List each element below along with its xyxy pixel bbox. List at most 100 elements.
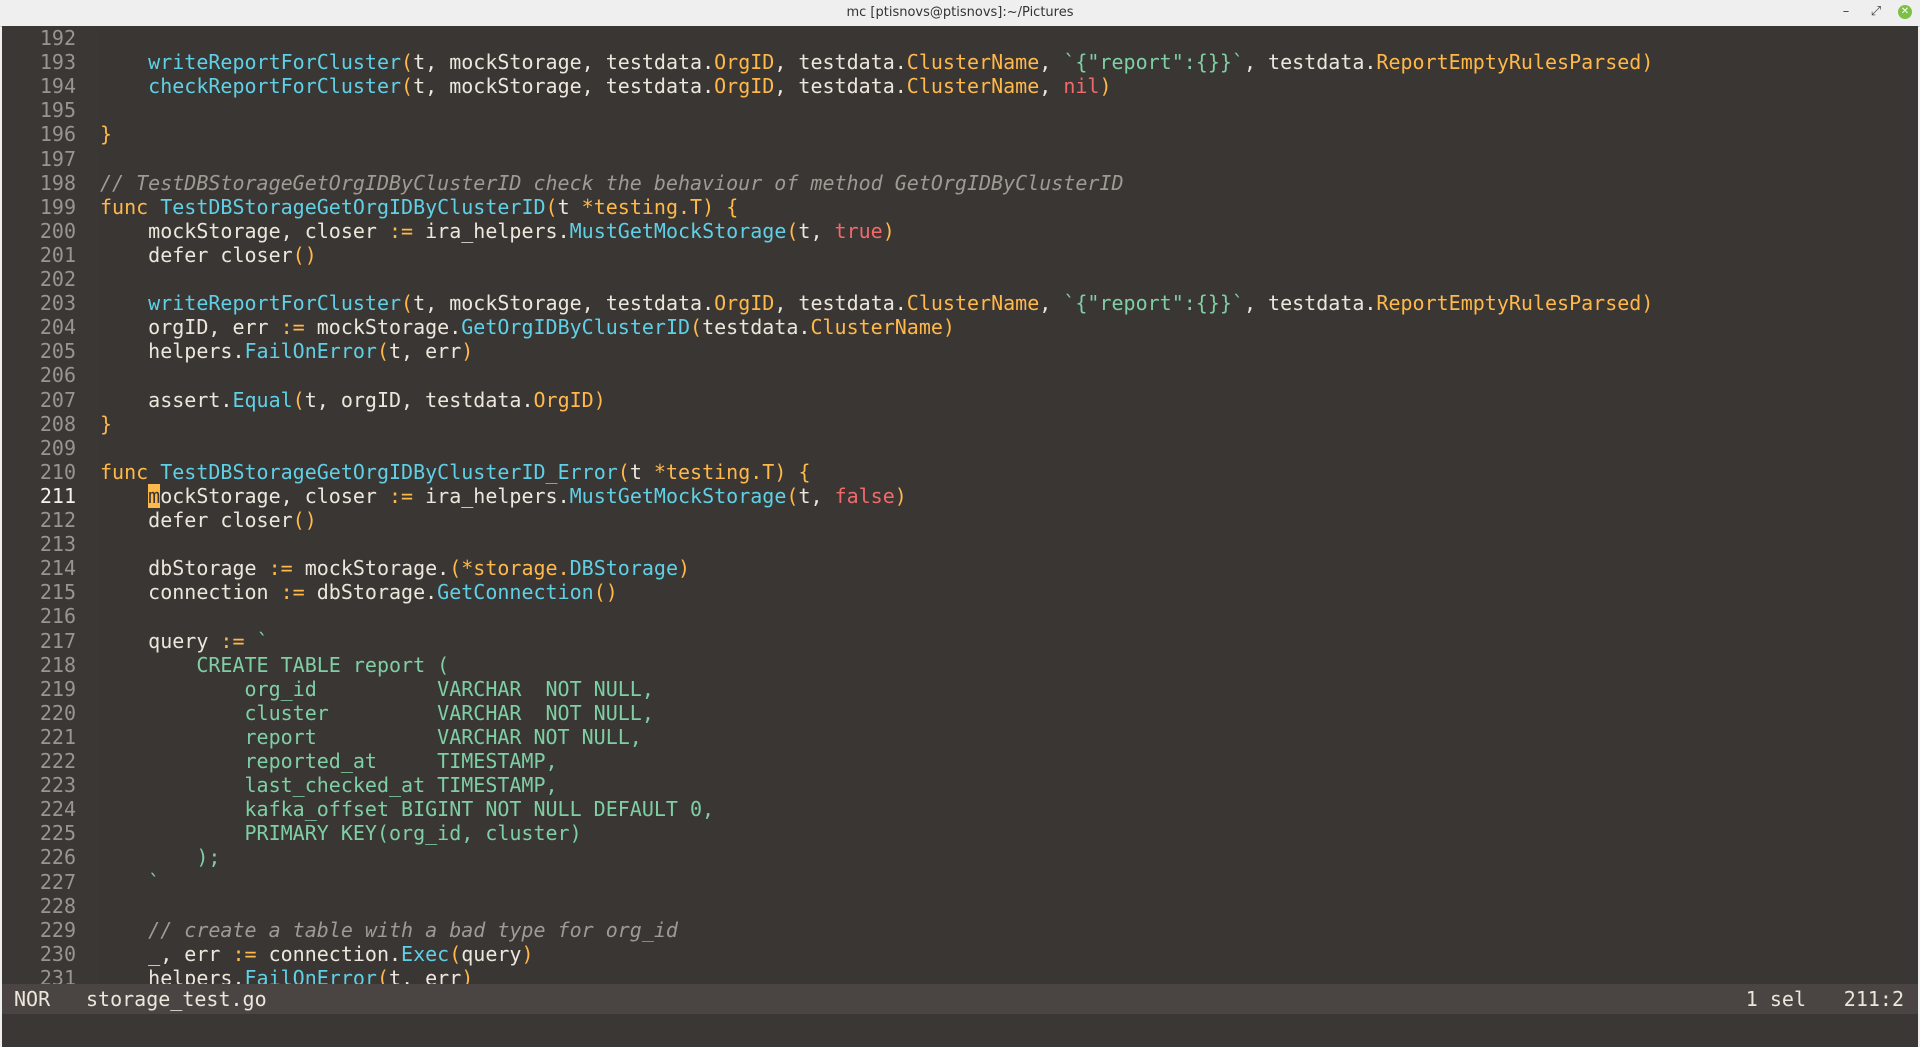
code-line[interactable]: CREATE TABLE report ( [100,653,449,677]
code-token: // TestDBStorageGetOrgIDByClusterID chec… [100,170,1124,195]
code-token: writeReportForCluster [148,291,402,316]
code-token: true [834,218,883,243]
selection-count: 1 sel [1745,987,1806,1011]
code-line[interactable]: } [100,412,112,436]
code-line[interactable]: org_id VARCHAR NOT NULL, [100,677,653,701]
code-line[interactable]: writeReportForCluster(t, mockStorage, te… [100,291,1653,315]
code-token: _, err [100,941,233,966]
line-number: 209 [39,435,76,460]
code-token: , [1039,50,1064,75]
code-token: t, err [389,339,462,364]
code-line[interactable]: connection := dbStorage.GetConnection() [100,580,618,604]
code-line[interactable]: dbStorage := mockStorage.(*storage.DBSto… [100,556,690,580]
code-line[interactable]: reported_at TIMESTAMP, [100,749,558,773]
code-token: last_checked_at TIMESTAMP, [100,773,558,798]
command-line[interactable] [2,1014,1918,1047]
code-line[interactable]: helpers.FailOnError(t, err) [100,339,473,363]
code-token: ClusterName [906,74,1040,99]
code-line[interactable]: report VARCHAR NOT NULL, [100,724,642,749]
line-number: 221 [39,724,76,749]
line-number: 200 [39,218,76,243]
file-name: storage_test.go [86,987,267,1011]
code-line[interactable]: func TestDBStorageGetOrgIDByClusterID_Er… [100,460,810,484]
code-token: `{"report":{}}` [1063,50,1244,75]
code-line[interactable]: } [100,122,112,146]
line-number: 206 [39,363,76,388]
window-title: mc [ptisnovs@ptisnovs]:~/Pictures [846,5,1074,20]
code-line[interactable]: ` [100,870,160,894]
code-line[interactable]: PRIMARY KEY(org_id, cluster) [100,821,581,845]
code-line[interactable]: // TestDBStorageGetOrgIDByClusterID chec… [100,171,1124,195]
code-token: testdata. [702,315,811,340]
editor-area[interactable]: 192 193 194 195 196 197 198 199 200 201 202 203 204 2… [2,26,1918,990]
code-token: report VARCHAR NOT NULL, [100,724,642,749]
code-line[interactable]: mockStorage, closer := ira_helpers.MustG… [100,483,907,508]
code-token: ) [894,483,907,508]
code-token: reported_at TIMESTAMP, [100,749,558,773]
code-token: () [292,508,317,532]
code-token: defer closer [100,508,293,532]
code-token: ) [461,339,474,364]
code-token: ( [617,459,630,484]
code-token: := [232,941,257,966]
code-token: ReportEmptyRulesParsed [1376,50,1642,75]
code-token: nil [1063,74,1100,99]
code-token: OrgID [533,387,594,412]
minimize-button[interactable]: – [1838,4,1854,20]
code-token: ( [449,941,462,966]
maximize-button[interactable]: ⤢ [1868,4,1884,20]
code-line[interactable]: mockStorage, closer := ira_helpers.MustG… [100,219,895,243]
code-line[interactable]: writeReportForCluster(t, mockStorage, te… [100,50,1653,74]
code-token: ) [774,459,787,484]
code-line[interactable]: cluster VARCHAR NOT NULL, [100,700,654,725]
code-line[interactable]: assert.Equal(t, orgID, testdata.OrgID) [100,388,606,412]
line-number-gutter: 192 193 194 195 196 197 198 199 200 201 202 203 204 2… [2,26,98,990]
code-line[interactable]: defer closer() [100,243,317,267]
line-number: 217 [39,628,76,653]
code-line[interactable]: ); [100,845,220,869]
code-line[interactable]: func TestDBStorageGetOrgIDByClusterID(t … [100,195,738,219]
line-number: 194 [39,74,76,99]
code-token: DBStorage [569,556,679,581]
code-view[interactable]: writeReportForCluster(t, mockStorage, te… [98,26,1918,990]
code-token: *testing.T [581,194,703,219]
code-token: := [220,628,245,653]
line-number: 219 [39,676,76,701]
code-token: , [1039,291,1064,316]
code-token: , testdata. [774,291,907,316]
code-token: mockStorage, closer [100,218,389,243]
code-token: connection [100,580,281,605]
code-token: ( [401,74,414,99]
code-token: ( [786,218,799,243]
code-line[interactable]: kafka_offset BIGINT NOT NULL DEFAULT 0, [100,797,714,821]
code-token: ); [100,845,221,870]
code-line[interactable]: last_checked_at TIMESTAMP, [100,773,558,798]
code-line[interactable]: // create a table with a bad type for or… [100,918,678,942]
line-number: 196 [39,122,76,147]
code-token: ira_helpers. [413,218,570,243]
code-token: helpers. [100,339,245,364]
code-token: ` [256,628,269,653]
code-token: OrgID [714,50,775,75]
code-line[interactable]: query := ` [100,628,269,653]
code-token: } [100,411,113,436]
code-token: dbStorage [100,556,269,581]
line-number: 229 [39,917,76,942]
code-line[interactable]: orgID, err := mockStorage.GetOrgIDByClus… [100,315,955,339]
code-line[interactable]: checkReportForCluster(t, mockStorage, te… [100,74,1111,99]
code-token: { [726,194,739,219]
line-number: 223 [39,773,76,798]
code-token: query [100,628,221,653]
text-cursor: m [148,483,161,508]
close-button[interactable]: ✕ [1898,5,1912,19]
code-token: kafka_offset BIGINT NOT NULL DEFAULT 0, [100,797,715,822]
code-token: func [100,194,161,219]
code-token: cluster VARCHAR NOT NULL, [100,700,654,725]
line-number: 199 [39,194,76,219]
code-token: ) [882,218,895,243]
code-line[interactable]: defer closer() [100,508,317,532]
code-line[interactable]: _, err := connection.Exec(query) [100,941,533,966]
